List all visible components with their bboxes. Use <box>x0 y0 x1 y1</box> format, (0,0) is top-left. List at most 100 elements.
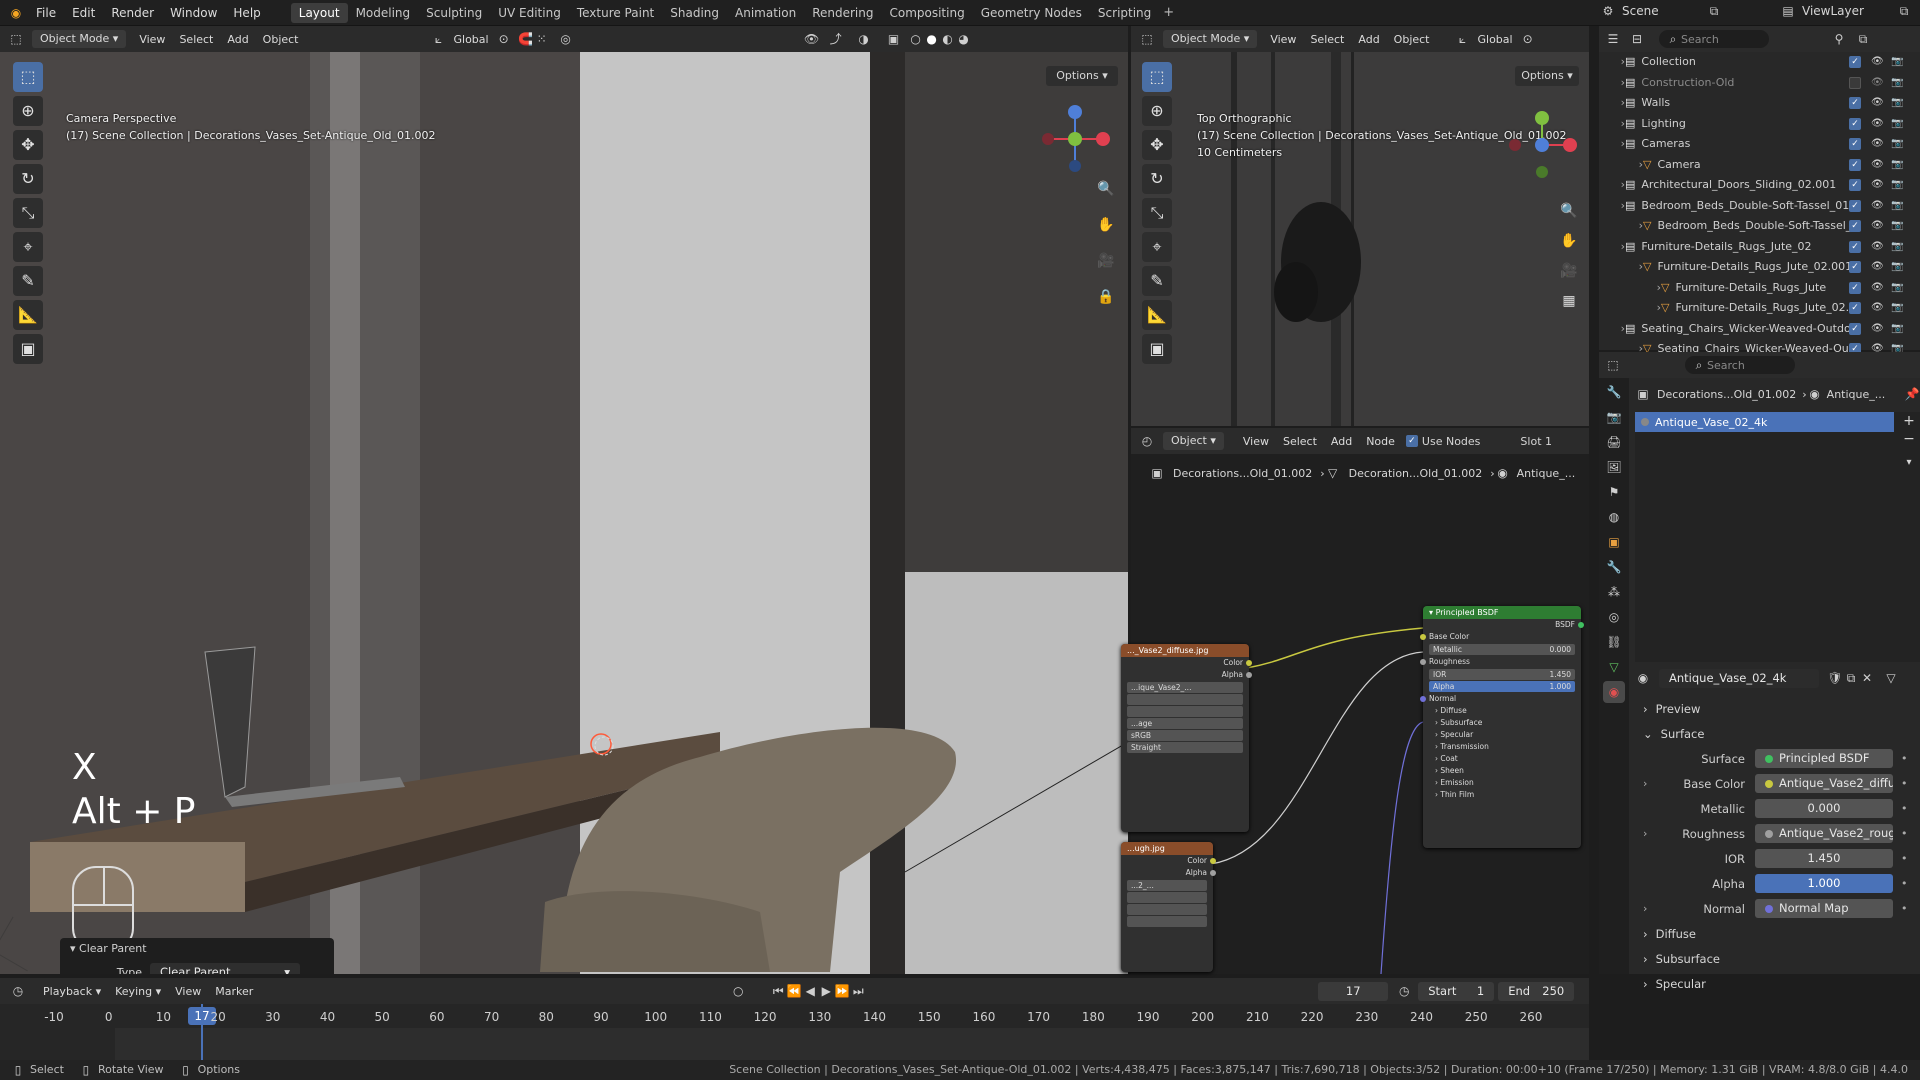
move-icon[interactable]: ✥ <box>13 130 43 160</box>
menu-select[interactable]: Select <box>172 33 220 46</box>
subsection-diffuse[interactable]: › Diffuse <box>1635 921 1920 946</box>
menu-view-2[interactable]: View <box>1263 33 1303 46</box>
operator-panel-title-row[interactable]: ▾ Clear Parent <box>60 938 334 959</box>
move-icon-2[interactable]: ✥ <box>1142 130 1172 160</box>
editor-type-icon-2[interactable]: ⬚ <box>1139 31 1155 47</box>
lock-camera-icon[interactable]: 🔒 <box>1093 284 1119 310</box>
render-camera-icon[interactable]: 📷 <box>1891 278 1903 299</box>
expand-chevron-icon[interactable]: › <box>1599 134 1625 155</box>
bsdf-alpha-field[interactable]: Alpha 1.000 <box>1429 681 1575 692</box>
render-camera-icon[interactable]: 📷 <box>1891 93 1903 114</box>
outliner-row[interactable]: › ▤ Furniture-Details_Rugs_Jute_02 ✓ 👁 📷 <box>1599 237 1920 258</box>
shading-material-icon[interactable]: ◐ <box>940 31 956 47</box>
jump-start-icon[interactable]: ⏮ <box>770 983 786 999</box>
render-camera-icon[interactable]: 📷 <box>1891 134 1903 155</box>
cursor-icon[interactable]: ⊕ <box>13 96 43 126</box>
tex2-image-field[interactable]: ...2_... <box>1127 880 1207 891</box>
shading-rendered-icon[interactable]: ◕ <box>956 31 972 47</box>
options-button-2[interactable]: Options ▾ <box>1515 66 1579 86</box>
timeline-ruler[interactable]: 17 -10 0 10 20 30 40 50 60 70 80 90 100 110 120 130 140… <box>0 1004 1589 1060</box>
tex1-proj-field[interactable] <box>1127 706 1243 717</box>
shader-node-editor[interactable]: ◴ Object ▾ View Select Add Node ✓ Use No… <box>1121 428 1589 974</box>
bsdf-ior-field[interactable]: IOR 1.450 <box>1429 669 1575 680</box>
eye-icon[interactable]: 👁 <box>1871 93 1884 114</box>
render-camera-icon[interactable]: 📷 <box>1891 216 1903 237</box>
filter-icon[interactable]: ⚲ <box>1831 31 1847 47</box>
bsdf-panel-transmission[interactable]: › Transmission <box>1423 741 1581 753</box>
menu-help[interactable]: Help <box>225 0 268 26</box>
expand-chevron-icon[interactable]: › <box>1599 175 1625 196</box>
bsdf-panel-subsurface[interactable]: › Subsurface <box>1423 717 1581 729</box>
menu-object[interactable]: Object <box>256 33 306 46</box>
render-camera-icon[interactable]: 📷 <box>1891 196 1903 217</box>
menu-add-2[interactable]: Add <box>1351 33 1386 46</box>
workspace-tab-layout[interactable]: Layout <box>290 2 348 23</box>
eye-icon[interactable]: 👁 <box>1871 134 1884 155</box>
add-slot-icon[interactable]: + <box>1898 412 1920 430</box>
subsection-subsurface[interactable]: › Subsurface <box>1635 946 1920 971</box>
expand-chevron-icon[interactable]: › <box>1599 278 1661 299</box>
tex2-field-2[interactable] <box>1127 892 1207 903</box>
play-reverse-icon[interactable]: ◀ <box>802 983 818 999</box>
shading-wireframe-icon[interactable]: ○ <box>908 31 924 47</box>
record-icon[interactable]: ○ <box>730 983 746 999</box>
expand-chevron-icon[interactable]: › <box>1599 196 1625 217</box>
eye-icon[interactable]: 👁 <box>1871 237 1884 258</box>
prop-field-roughness[interactable]: Antique_Vase2_rough.jpg <box>1755 824 1893 843</box>
object-tab-icon[interactable]: ▣ <box>1603 531 1625 553</box>
workspace-tab-sculpting[interactable]: Sculpting <box>418 3 490 23</box>
zoom-icon-2[interactable]: 🔍 <box>1556 198 1582 224</box>
prop-expand-icon[interactable]: › <box>1635 827 1655 840</box>
outliner-row[interactable]: › ▤ Collection ✓ 👁 📷 <box>1599 52 1920 73</box>
transform-orientation-dropdown-2[interactable]: Global <box>1471 33 1520 46</box>
workspace-tab-compositing[interactable]: Compositing <box>881 3 972 23</box>
prop-field-normal[interactable]: Normal Map <box>1755 899 1893 918</box>
exclude-checkbox[interactable] <box>1849 76 1861 89</box>
tex1-image-field[interactable]: ...ique_Vase2_... <box>1127 682 1243 693</box>
outliner-row[interactable]: › ▤ Cameras ✓ 👁 📷 <box>1599 134 1920 155</box>
surface-section[interactable]: ⌄ Surface <box>1635 722 1920 746</box>
expand-chevron-icon[interactable]: › <box>1599 93 1625 114</box>
pin-icon[interactable]: 📌 <box>1904 386 1920 402</box>
eye-icon[interactable]: 👁 <box>1871 114 1884 135</box>
menu-window[interactable]: Window <box>162 0 225 26</box>
image-texture-node-diffuse[interactable]: ..._Vase2_diffuse.jpg Color Alpha ...iqu… <box>1121 644 1252 832</box>
tex2-field-3[interactable] <box>1127 904 1207 915</box>
pivot-icon-2[interactable]: ⊙ <box>1520 31 1536 47</box>
particles-tab-icon[interactable]: ⁂ <box>1603 581 1625 603</box>
exclude-checkbox[interactable]: ✓ <box>1849 117 1861 130</box>
new-viewlayer-icon[interactable]: ⧉ <box>1896 3 1912 19</box>
outliner-row[interactable]: › ▽ Furniture-Details_Rugs_Jute_02. ✓ 👁 📷 <box>1599 298 1920 319</box>
snap-icon[interactable]: 🧲 <box>518 31 534 47</box>
bsdf-panel-emission[interactable]: › Emission <box>1423 777 1581 789</box>
pivot-icon[interactable]: ⊙ <box>496 31 512 47</box>
outliner-search[interactable]: ⌕ Search <box>1659 30 1769 48</box>
menu-view[interactable]: View <box>132 33 172 46</box>
render-camera-icon[interactable]: 📷 <box>1891 237 1903 258</box>
keyframe-dot-icon[interactable]: • <box>1901 902 1908 915</box>
outliner-row[interactable]: › ▤ Lighting ✓ 👁 📷 <box>1599 114 1920 135</box>
workspace-tab-texture-paint[interactable]: Texture Paint <box>569 3 662 23</box>
prop-field-surface[interactable]: Principled BSDF <box>1755 749 1893 768</box>
properties-search[interactable]: ⌕ Search <box>1685 356 1795 374</box>
unlink-material-icon[interactable]: ✕ <box>1859 670 1875 686</box>
viewport-left-canvas[interactable]: ⬚ ⊕ ✥ ↻ ⤡ ⌖ ✎ 📐 ▣ Camera Perspective (17… <box>0 52 1128 974</box>
tex1-interp-field[interactable] <box>1127 694 1243 705</box>
pan-hand-icon[interactable]: ✋ <box>1093 212 1119 238</box>
exclude-checkbox[interactable]: ✓ <box>1849 97 1861 109</box>
eye-icon[interactable]: 👁 <box>1871 257 1884 278</box>
keyframe-dot-icon[interactable]: • <box>1901 827 1908 840</box>
scene-selector[interactable]: ⚙ Scene ⧉ <box>1600 3 1722 19</box>
outliner-row[interactable]: › ▤ Bedroom_Beds_Double-Soft-Tassel_01. ✓ 👁… <box>1599 196 1920 217</box>
viewlayer-selector[interactable]: ▤ ViewLayer ⧉ <box>1780 3 1912 19</box>
keyframe-dot-icon[interactable]: • <box>1901 777 1908 790</box>
duplicate-material-icon[interactable]: ⧉ <box>1843 670 1859 686</box>
select-box-icon[interactable]: ⬚ <box>13 62 43 92</box>
start-frame-field[interactable]: Start 1 <box>1418 981 1495 1001</box>
menu-select-2[interactable]: Select <box>1303 33 1351 46</box>
eye-icon[interactable]: 👁 <box>1871 216 1884 237</box>
bsdf-panel-coat[interactable]: › Coat <box>1423 753 1581 765</box>
blender-logo-icon[interactable]: ◉ <box>8 5 24 21</box>
exclude-checkbox[interactable]: ✓ <box>1849 158 1861 171</box>
preview-section[interactable]: › Preview <box>1635 696 1920 722</box>
